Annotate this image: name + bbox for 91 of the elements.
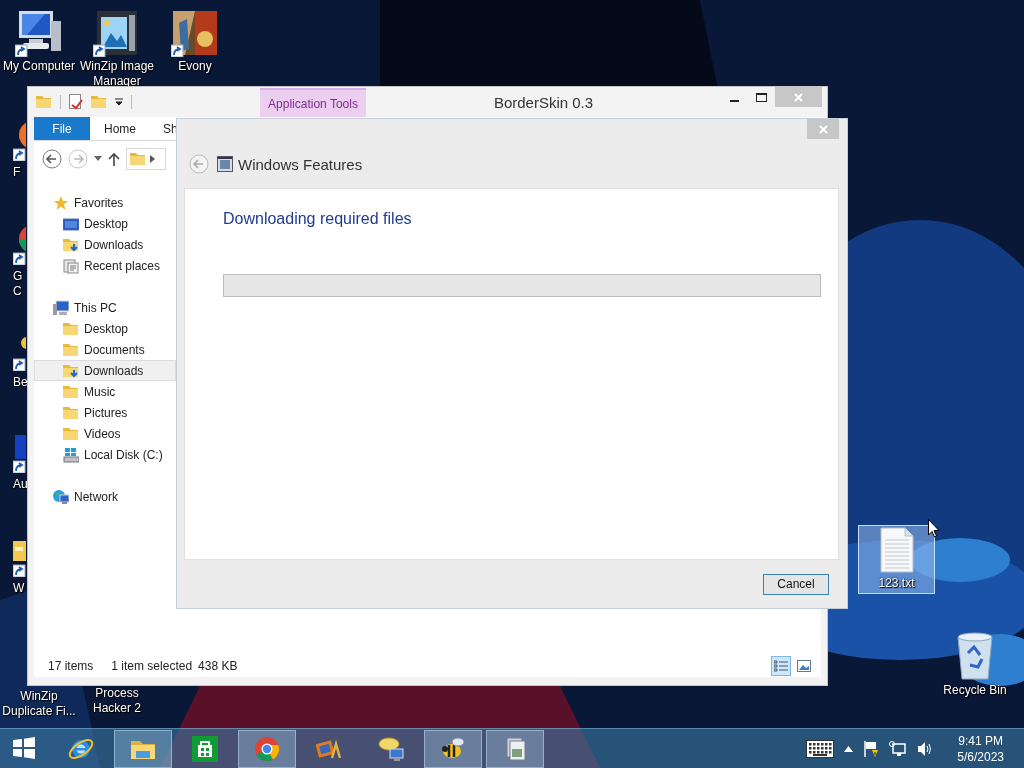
- desktop-icon[interactable]: Process Hacker 2: [80, 683, 154, 717]
- taskbar-button[interactable]: [486, 729, 544, 768]
- maximize-icon: [756, 92, 767, 102]
- chevron-icon: [150, 155, 155, 163]
- desktop-icon[interactable]: Au: [12, 432, 28, 493]
- nav-item[interactable]: Documents: [34, 339, 176, 360]
- file-tab[interactable]: File: [34, 117, 90, 140]
- taskbar-button[interactable]: [114, 729, 172, 768]
- network-icon[interactable]: [889, 740, 908, 757]
- selection-status: 1 item selected: [111, 659, 193, 673]
- folder-icon: [63, 341, 79, 358]
- nav-item[interactable]: Music: [34, 381, 176, 402]
- computer-icon: [53, 299, 69, 316]
- nav-item[interactable]: Recent places: [34, 255, 176, 276]
- nav-item[interactable]: Pictures: [34, 402, 176, 423]
- icon-label: My Computer: [3, 59, 75, 74]
- status-heading: Downloading required files: [223, 210, 413, 228]
- dropdown-icon[interactable]: [115, 98, 123, 106]
- keyboard-button[interactable]: [806, 739, 835, 758]
- icon-label: Recycle Bin: [943, 683, 1007, 698]
- file-size: 438 KB: [198, 659, 238, 673]
- keyboard-icon: [806, 739, 835, 758]
- folder-icon: [63, 425, 79, 442]
- back-icon[interactable]: [42, 149, 62, 169]
- chat-monitor-icon: [378, 735, 404, 762]
- chrome-icon: [254, 735, 280, 762]
- show-hidden-icons-icon[interactable]: [844, 745, 854, 752]
- properties-icon[interactable]: [69, 94, 83, 110]
- minimize-icon: [730, 99, 739, 102]
- details-icon: [774, 660, 788, 672]
- folder-icon: [130, 151, 146, 167]
- desktop-icon[interactable]: Evony: [156, 8, 234, 75]
- window-icon: [217, 156, 233, 172]
- icon-label: WinZip Image Manager: [79, 59, 155, 89]
- drive-icon: [63, 446, 79, 463]
- start-icon: [11, 735, 37, 762]
- close-icon: [794, 92, 803, 102]
- desktop-icon[interactable]: Recycle Bin: [935, 630, 1015, 699]
- cancel-button[interactable]: Cancel: [763, 573, 829, 595]
- star-icon: [53, 194, 69, 211]
- address-bar[interactable]: [126, 148, 166, 170]
- nav-item[interactable]: Desktop: [34, 213, 176, 234]
- up-arrow-icon[interactable]: [108, 152, 120, 166]
- folder-icon: [63, 383, 79, 400]
- icon-label: W: [13, 581, 23, 596]
- speaker-icon[interactable]: [917, 740, 934, 757]
- taskbar-button[interactable]: [424, 729, 482, 768]
- context-tab[interactable]: Application Tools: [260, 88, 366, 117]
- picture-icon: [797, 660, 811, 672]
- item-count: 17 items: [48, 659, 94, 673]
- desktop-icon[interactable]: My Computer: [0, 8, 78, 75]
- icon-label: G C: [13, 269, 23, 299]
- icon-label: F: [13, 165, 22, 180]
- store-icon: [192, 735, 218, 762]
- folder-icon: [63, 404, 79, 421]
- nav-item[interactable]: Downloads: [34, 360, 176, 381]
- desktop-icon[interactable]: Be: [12, 330, 28, 391]
- details-view-button[interactable]: [771, 656, 791, 676]
- desktop-icon[interactable]: WinZip Image Manager: [78, 8, 156, 90]
- icon-label: Process Hacker 2: [92, 686, 142, 716]
- icon-label: Evony: [178, 59, 212, 74]
- computer-icon: [15, 9, 63, 57]
- ribbon-tab[interactable]: Home: [90, 117, 150, 140]
- folder-icon: [63, 362, 79, 379]
- nav-item[interactable]: Favorites: [34, 192, 176, 213]
- clock[interactable]: 9:41 PM 5/6/2023: [957, 732, 1004, 765]
- clock-time: 9:41 PM: [958, 732, 1003, 749]
- monitor-icon: [63, 215, 79, 232]
- clock-date: 5/6/2023: [957, 748, 1004, 765]
- nav-item[interactable]: Downloads: [34, 234, 176, 255]
- folder-icon: [63, 320, 79, 337]
- icon-label: 123.txt: [878, 576, 915, 591]
- folder-icon: [63, 236, 79, 253]
- nav-item[interactable]: Videos: [34, 423, 176, 444]
- nav-item[interactable]: Network: [34, 486, 176, 507]
- desktop-icon[interactable]: WinZip Duplicate Fi...: [0, 686, 83, 720]
- window-title: BorderSkin 0.3: [492, 93, 595, 111]
- nav-item[interactable]: Desktop: [34, 318, 176, 339]
- folder-icon: [36, 94, 52, 110]
- dialog-title: Windows Features: [238, 155, 363, 173]
- mouse-pointer-icon: [928, 519, 940, 538]
- recycle-bin-icon: [954, 631, 996, 681]
- desktop-icon[interactable]: W: [12, 536, 28, 597]
- nav-item[interactable]: Local Disk (C:): [34, 444, 176, 465]
- recent-places-icon: [63, 257, 79, 274]
- close-icon: [818, 124, 828, 134]
- nav-item[interactable]: This PC: [34, 297, 176, 318]
- painting-icon: [171, 9, 219, 57]
- flag-warning-icon[interactable]: [863, 739, 880, 758]
- icon-label: WinZip Duplicate Fi...: [1, 689, 77, 719]
- network-icon: [53, 488, 69, 505]
